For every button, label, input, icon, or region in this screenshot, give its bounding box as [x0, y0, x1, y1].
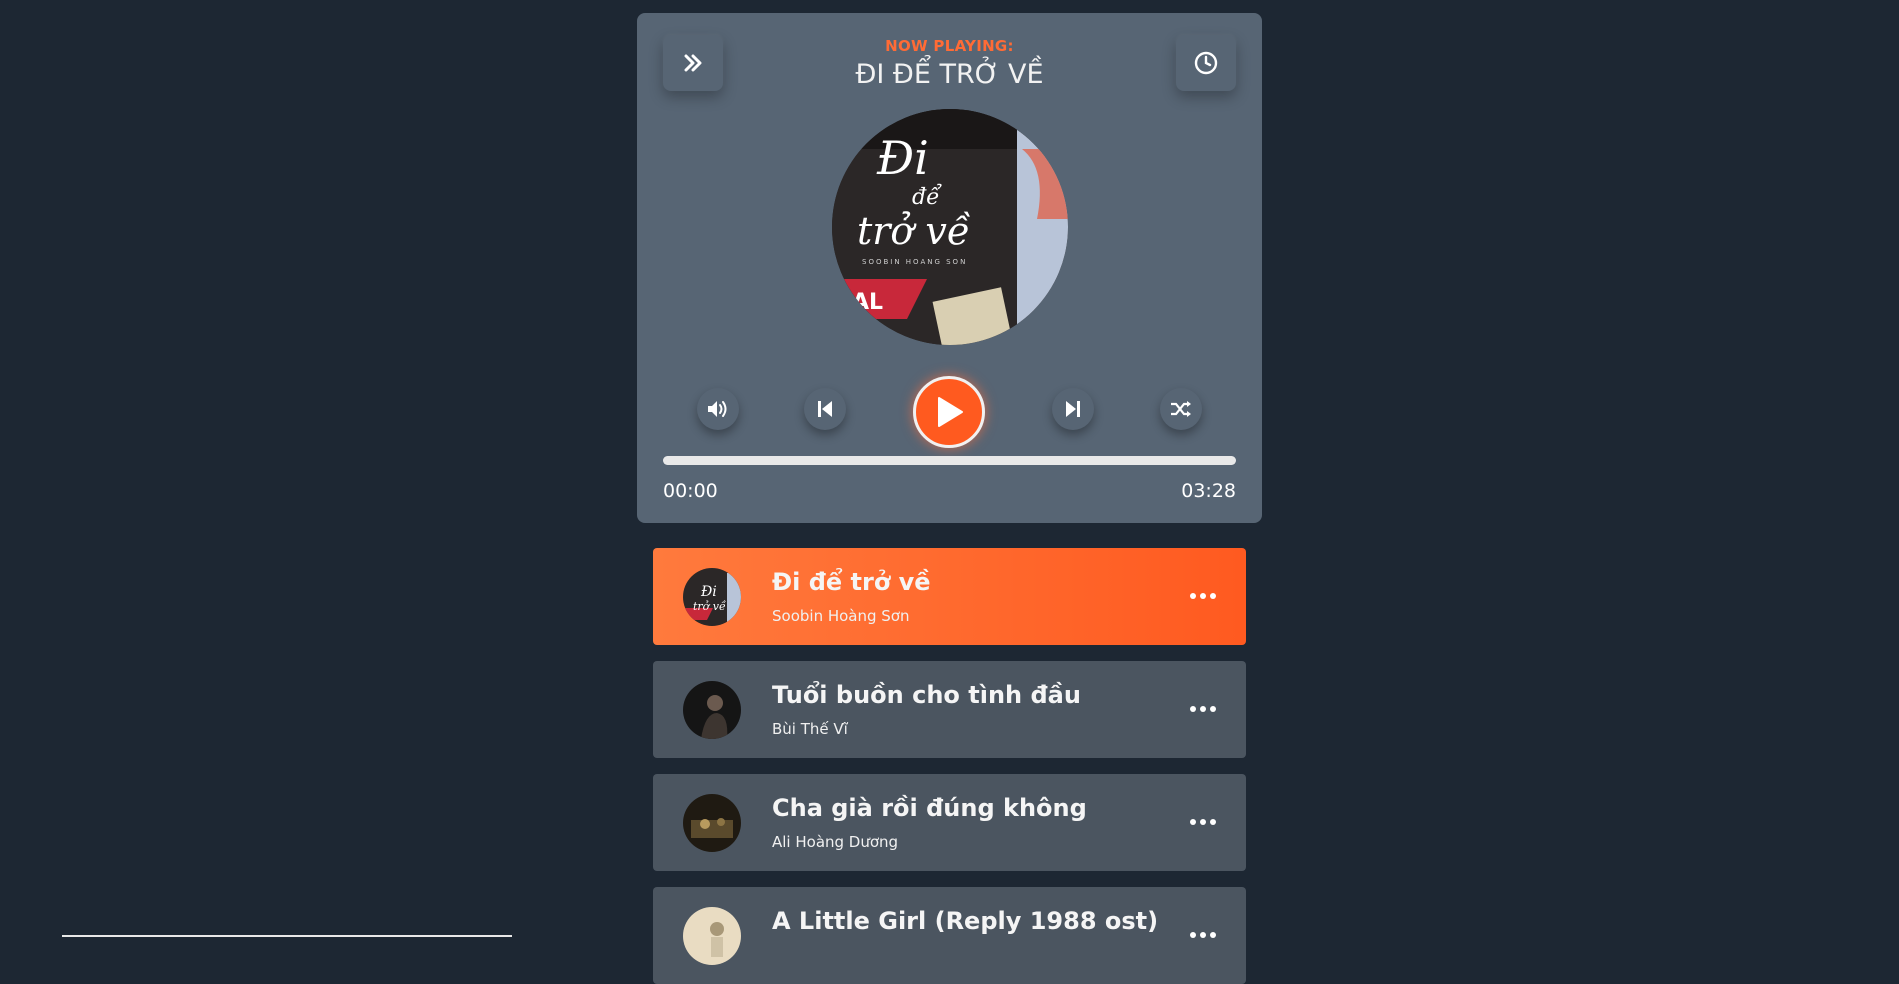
volume-icon[interactable] [697, 388, 739, 430]
thumbnail-art-text: trở về [693, 600, 726, 613]
song-title: Tuổi buồn cho tình đầu [772, 681, 1081, 709]
playback-controls [637, 368, 1262, 448]
playlist-item[interactable]: A Little Girl (Reply 1988 ost) [653, 887, 1246, 984]
playlist-item[interactable]: Tuổi buồn cho tình đầu Bùi Thế Vĩ [653, 661, 1246, 758]
play-icon[interactable] [913, 376, 985, 448]
album-art-text: trở về [857, 209, 971, 253]
playlist-item[interactable]: Cha già rồi đúng không Ali Hoàng Dương [653, 774, 1246, 871]
song-title: A Little Girl (Reply 1988 ost) [772, 907, 1159, 935]
song-thumbnail [683, 907, 741, 965]
progress-bar[interactable] [663, 456, 1236, 465]
song-thumbnail [683, 681, 741, 739]
skip-back-icon[interactable] [804, 388, 846, 430]
song-artist: Bùi Thế Vĩ [772, 720, 848, 738]
album-art-text: AL [852, 290, 883, 315]
playlist-item[interactable]: Đi trở về Đi để trở về Soobin Hoàng Sơn [653, 548, 1246, 645]
song-thumbnail: Đi trở về [683, 568, 741, 626]
more-options-icon[interactable] [1190, 584, 1216, 608]
album-art-disc: AL Đi để trở về SOOBIN HOANG SON [832, 109, 1068, 345]
time-current: 00:00 [663, 480, 718, 502]
time-total: 03:28 [1181, 480, 1236, 502]
skip-forward-icon[interactable] [1052, 388, 1094, 430]
album-art-text: SOOBIN HOANG SON [862, 258, 967, 266]
song-title: Đi để trở về [772, 568, 931, 596]
album-art-text: Đi [876, 131, 929, 185]
shuffle-icon[interactable] [1160, 388, 1202, 430]
more-options-icon[interactable] [1190, 810, 1216, 834]
player-card: NOW PLAYING: ĐI ĐỂ TRỞ VỀ AL Đi để trở v… [637, 13, 1262, 523]
album-art-text: để [912, 182, 942, 210]
now-playing-title: ĐI ĐỂ TRỞ VỀ [855, 59, 1044, 90]
thumbnail-art-text: Đi [700, 584, 717, 600]
song-artist: Ali Hoàng Dương [772, 833, 899, 851]
song-title: Cha già rồi đúng không [772, 794, 1087, 822]
clock-icon[interactable] [1176, 35, 1236, 91]
song-thumbnail [683, 794, 741, 852]
now-playing-label: NOW PLAYING: [885, 37, 1014, 55]
more-options-icon[interactable] [1190, 697, 1216, 721]
more-options-icon[interactable] [1190, 923, 1216, 947]
song-artist: Soobin Hoàng Sơn [772, 607, 910, 625]
